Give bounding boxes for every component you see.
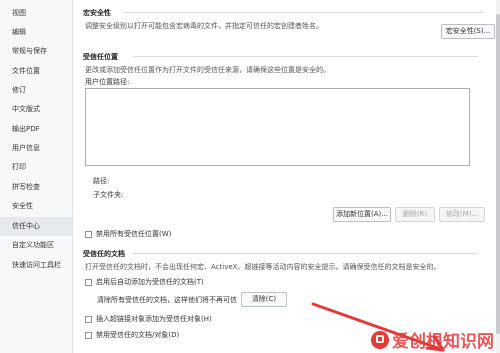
trusted-locations-list[interactable] <box>85 88 470 166</box>
trusted-locations-title: 受信任位置 <box>83 53 118 61</box>
vertical-scrollbar[interactable] <box>496 0 500 353</box>
sidebar-item-revision[interactable]: 修订 <box>0 81 72 100</box>
options-sidebar: 视图 编辑 常规与保存 文件位置 修订 中文版式 输出PDF 用户信息 打印 拼… <box>0 0 73 353</box>
modify-location-button[interactable]: 修改(M)... <box>439 207 485 222</box>
sidebar-item-edit[interactable]: 编辑 <box>0 23 72 42</box>
macro-description: 调整安全级别以打开可能包含宏病毒的文件，并指定可信任的宏创建者姓名。 <box>85 22 323 30</box>
scrollbar-thumb[interactable] <box>496 14 500 334</box>
sidebar-item-view[interactable]: 视图 <box>0 4 72 23</box>
sidebar-item-spell-check[interactable]: 拼写检查 <box>0 178 72 197</box>
disable-locations-label: 禁用所有受信任位置(W) <box>96 230 172 238</box>
sidebar-item-general-save[interactable]: 常规与保存 <box>0 42 72 61</box>
insert-hyperlink-label: 插入超链接对象添加为受信任对象(H) <box>96 315 212 323</box>
disable-locations-row[interactable]: 禁用所有受信任位置(W) <box>85 229 171 239</box>
trusted-locations-description: 更改或添加受信任位置作为打开文件的受信任来源，请确保这些位置是安全的。 <box>85 66 330 74</box>
sidebar-item-quick-access[interactable]: 快速访问工具栏 <box>0 256 72 275</box>
auto-add-row[interactable]: 启用后自动添加为受信任的文档(T) <box>85 277 204 287</box>
trusted-documents-description: 打开受信任的文档时，不会出现任何宏、ActiveX、超链接等活动内容的安全提示。… <box>85 263 441 271</box>
trust-center-panel: 宏安全性 调整安全级别以打开可能包含宏病毒的文件，并指定可信任的宏创建者姓名。 … <box>73 0 500 353</box>
sidebar-item-file-location[interactable]: 文件位置 <box>0 62 72 81</box>
user-path-label: 用户位置路径: <box>85 78 130 86</box>
macro-section-title: 宏安全性 <box>83 9 111 17</box>
disable-documents-row[interactable]: 禁用受信任的文档/对象(D) <box>85 330 179 340</box>
delete-location-button[interactable]: 删除(R) <box>395 207 435 222</box>
auto-add-label: 启用后自动添加为受信任的文档(T) <box>96 278 204 286</box>
disable-locations-checkbox[interactable] <box>85 230 92 238</box>
macro-security-button[interactable]: 宏安全性(S)... <box>441 24 495 39</box>
disable-documents-checkbox[interactable] <box>85 331 92 339</box>
sidebar-item-security[interactable]: 安全性 <box>0 197 72 216</box>
sidebar-item-trust-center[interactable]: 信任中心 <box>0 217 72 236</box>
insert-hyperlink-checkbox[interactable] <box>85 315 92 323</box>
sidebar-item-print[interactable]: 打印 <box>0 158 72 177</box>
sidebar-item-user-info[interactable]: 用户信息 <box>0 139 72 158</box>
subfolder-label: 子文件夹: <box>93 191 124 199</box>
trusted-documents-divider <box>133 253 478 254</box>
watermark: 爱创根知识网 <box>371 327 494 352</box>
sidebar-item-export-pdf[interactable]: 输出PDF <box>0 120 72 139</box>
sidebar-item-customize-ribbon[interactable]: 自定义功能区 <box>0 236 72 255</box>
insert-hyperlink-row[interactable]: 插入超链接对象添加为受信任对象(H) <box>85 314 212 324</box>
macro-divider <box>123 12 483 13</box>
trusted-locations-divider <box>133 56 478 57</box>
sidebar-item-chinese-layout[interactable]: 中文版式 <box>0 100 72 119</box>
clear-button[interactable]: 清除(C) <box>241 292 287 307</box>
watermark-text: 爱创根知识网 <box>392 332 494 352</box>
disable-documents-label: 禁用受信任的文档/对象(D) <box>96 331 180 339</box>
clear-trusted-text: 清除所有受信任的文档，这样他们将不再可信 <box>97 296 237 304</box>
trusted-documents-title: 受信任的文档 <box>83 250 125 258</box>
watermark-logo-icon <box>371 330 389 349</box>
add-location-button[interactable]: 添加新位置(A)... <box>333 207 391 222</box>
auto-add-checkbox[interactable] <box>85 278 92 286</box>
path-label: 路径: <box>93 177 110 185</box>
